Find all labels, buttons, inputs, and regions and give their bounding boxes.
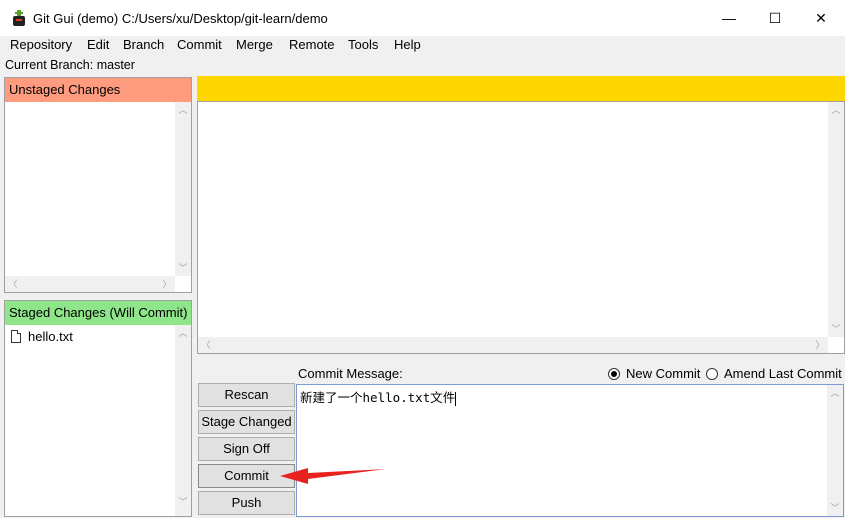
commit-message-text: 新建了一个hello.txt文件 — [300, 390, 456, 405]
new-commit-radio[interactable]: New Commit — [608, 366, 700, 381]
scroll-up-icon[interactable]: ︿ — [175, 325, 191, 341]
close-icon: ✕ — [815, 9, 827, 26]
text-caret — [455, 391, 457, 406]
menu-help[interactable]: Help — [392, 36, 423, 56]
staged-changes-header: Staged Changes (Will Commit) — [5, 301, 191, 325]
maximize-button[interactable]: ☐ — [752, 0, 798, 36]
unstaged-changes-pane[interactable]: Unstaged Changes ︿ ﹀ 〈 〉 — [4, 77, 192, 293]
scroll-left-icon[interactable]: 〈 — [5, 276, 21, 292]
menu-branch[interactable]: Branch — [121, 36, 166, 56]
minimize-icon: — — [722, 10, 736, 26]
radio-selected-icon — [608, 367, 620, 380]
scroll-right-icon[interactable]: 〉 — [159, 276, 175, 292]
git-gui-app-icon — [12, 10, 26, 26]
commit-message-vertical-scrollbar[interactable]: ︿ ﹀ — [827, 385, 843, 516]
scroll-down-icon[interactable]: ﹀ — [175, 494, 191, 510]
menu-edit[interactable]: Edit — [85, 36, 111, 56]
menu-bar: Repository Edit Branch Commit Merge Remo… — [0, 36, 845, 56]
diff-horizontal-scrollbar[interactable]: 〈 〉 — [198, 337, 828, 353]
window-title: Git Gui (demo) C:/Users/xu/Desktop/git-l… — [33, 11, 328, 26]
staged-changes-pane[interactable]: Staged Changes (Will Commit) hello.txt ︿… — [4, 300, 192, 517]
menu-repository[interactable]: Repository — [8, 36, 74, 56]
rescan-button[interactable]: Rescan — [198, 383, 295, 407]
scroll-up-icon[interactable]: ︿ — [175, 102, 191, 118]
diff-vertical-scrollbar[interactable]: ︿ ﹀ — [828, 102, 844, 337]
staged-file-item[interactable]: hello.txt — [11, 327, 73, 345]
scroll-left-icon[interactable]: 〈 — [198, 337, 214, 353]
sign-off-button[interactable]: Sign Off — [198, 437, 295, 461]
unstaged-vertical-scrollbar[interactable]: ︿ ﹀ — [175, 102, 191, 276]
menu-merge[interactable]: Merge — [234, 36, 275, 56]
scroll-right-icon[interactable]: 〉 — [812, 337, 828, 353]
current-branch-label: Current Branch: master — [5, 58, 135, 72]
scroll-down-icon[interactable]: ﹀ — [175, 260, 191, 276]
menu-remote[interactable]: Remote — [287, 36, 337, 56]
diff-view[interactable]: ︿ ﹀ 〈 〉 — [197, 101, 845, 354]
annotation-arrow-icon — [280, 468, 386, 484]
amend-last-commit-label: Amend Last Commit — [724, 366, 842, 381]
staged-vertical-scrollbar[interactable]: ︿ ﹀ — [175, 325, 191, 516]
unstaged-horizontal-scrollbar[interactable]: 〈 〉 — [5, 276, 175, 292]
stage-changed-button[interactable]: Stage Changed — [198, 410, 295, 434]
new-commit-label: New Commit — [626, 366, 701, 381]
commit-message-label: Commit Message: — [298, 366, 403, 381]
amend-last-commit-radio[interactable]: Amend Last Commit — [706, 366, 842, 381]
file-icon — [11, 329, 21, 343]
menu-tools[interactable]: Tools — [346, 36, 380, 56]
scroll-down-icon[interactable]: ﹀ — [827, 500, 843, 516]
maximize-icon: ☐ — [768, 9, 782, 26]
unstaged-changes-header: Unstaged Changes — [5, 78, 191, 102]
scroll-down-icon[interactable]: ﹀ — [828, 321, 844, 337]
staged-file-name: hello.txt — [28, 328, 73, 344]
scroll-up-icon[interactable]: ︿ — [827, 385, 843, 401]
title-bar: Git Gui (demo) C:/Users/xu/Desktop/git-l… — [0, 0, 845, 36]
diff-header-bar — [197, 76, 845, 101]
minimize-button[interactable]: — — [706, 0, 752, 36]
scroll-up-icon[interactable]: ︿ — [828, 102, 844, 118]
push-button[interactable]: Push — [198, 491, 295, 515]
commit-message-input[interactable]: 新建了一个hello.txt文件 ︿ ﹀ — [296, 384, 844, 517]
menu-commit[interactable]: Commit — [175, 36, 224, 56]
radio-unselected-icon — [706, 367, 718, 380]
close-button[interactable]: ✕ — [798, 0, 844, 36]
